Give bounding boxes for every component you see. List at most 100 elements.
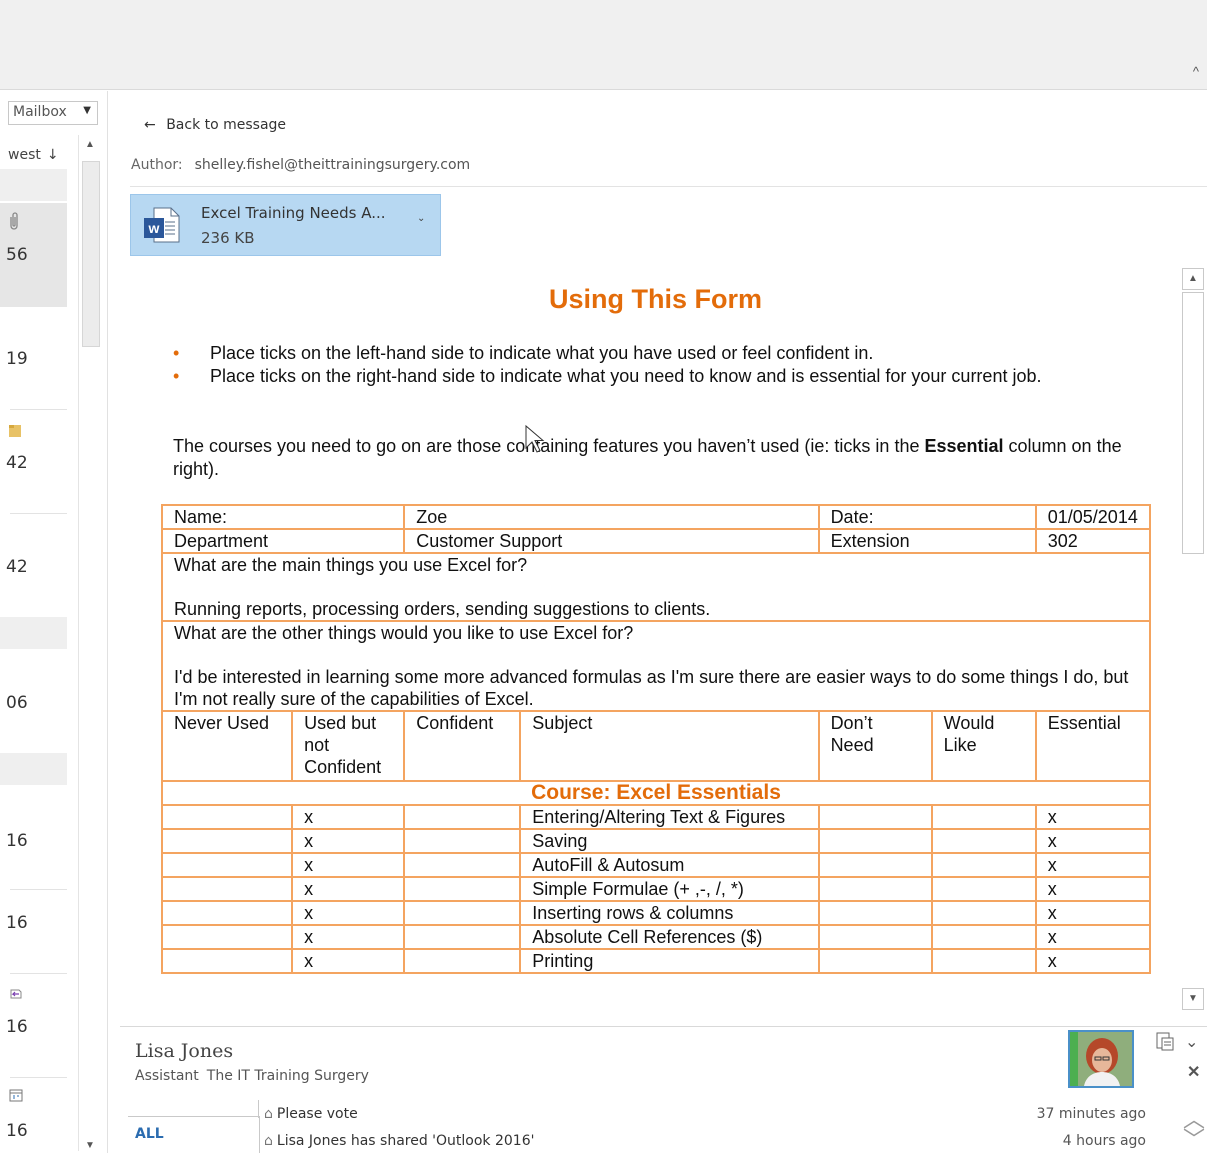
feed-item[interactable]: ⌂ Please vote (264, 1106, 358, 1122)
list-item-time: 42 (6, 557, 28, 577)
list-item-time: 42 (6, 453, 28, 473)
cell-essential: x (1034, 900, 1152, 926)
feed-item[interactable]: ⌂ Lisa Jones has shared 'Outlook 2016' (264, 1133, 534, 1149)
scroll-up-icon[interactable]: ▲ (85, 139, 95, 150)
course-rows: x Entering/Altering Text & Figures x x Savin… (160, 804, 1152, 974)
cell-dont-need (817, 804, 933, 830)
cell-would-like (930, 948, 1037, 974)
cell-would-like (930, 804, 1037, 830)
cell-subject: Entering/Altering Text & Figures (519, 804, 820, 830)
scroll-up-icon[interactable]: ▲ (1182, 268, 1204, 290)
contact-title: Assistant (135, 1068, 199, 1084)
list-divider (10, 513, 67, 514)
cell-never-used (160, 828, 294, 854)
question-cell: What are the main things you use Excel f… (161, 552, 1151, 622)
name-label: Name: (160, 504, 406, 530)
table-row: x Simple Formulae (+ ,-, /, *) x (160, 876, 1152, 902)
cell-never-used (160, 804, 294, 830)
list-divider (10, 1077, 67, 1078)
scroll-down-icon[interactable]: ▼ (85, 1140, 95, 1151)
scroll-down-icon[interactable]: ▼ (1182, 988, 1204, 1010)
cell-would-like (930, 852, 1037, 878)
cell-never-used (160, 900, 294, 926)
course-title: Course: Excel Essentials (161, 780, 1151, 806)
cell-dont-need (817, 876, 933, 902)
attachment-dropdown-icon[interactable]: ⌄ (417, 213, 425, 224)
scrollbar-thumb[interactable] (82, 161, 100, 347)
mailbox-dropdown[interactable]: Mailbox ▼ (8, 101, 98, 125)
cell-essential: x (1034, 924, 1152, 950)
question-row: What are the main things you use Excel f… (161, 552, 1151, 622)
cell-confident (403, 948, 522, 974)
extension-value: 302 (1034, 528, 1152, 554)
list-item-time: 16 (6, 913, 28, 933)
instruction-bullet: Place ticks on the left-hand side to ind… (173, 342, 1133, 365)
course-row: Course: Excel Essentials (161, 780, 1151, 806)
table-row: x Inserting rows & columns x (160, 900, 1152, 926)
cell-never-used (160, 852, 294, 878)
document-scrollbar[interactable]: ▲ ▼ (1180, 268, 1204, 1014)
cell-essential: x (1034, 876, 1152, 902)
list-item-time: 16 (6, 1121, 28, 1141)
cell-essential: x (1034, 828, 1152, 854)
question-text: What are the other things would you like… (174, 623, 634, 643)
calendar-icon (8, 1087, 24, 1108)
collapse-ribbon-icon[interactable]: ^ (1193, 64, 1199, 79)
list-item-time: 16 (6, 831, 28, 851)
list-divider (10, 973, 67, 974)
attachment-size: 236 KB (201, 229, 255, 247)
cell-dont-need (817, 948, 933, 974)
feed-item-text: Please vote (276, 1106, 358, 1122)
cell-never-used (160, 924, 294, 950)
cell-dont-need (817, 828, 933, 854)
cell-used-not-confident: x (291, 852, 406, 878)
list-item-group-header (0, 753, 67, 785)
chevron-down-icon[interactable]: ⌄ (1185, 1032, 1198, 1052)
cell-would-like (930, 900, 1037, 926)
cell-confident (403, 804, 522, 830)
cell-never-used (160, 876, 294, 902)
scrollbar-thumb[interactable] (1182, 292, 1204, 554)
question-text: What are the main things you use Excel f… (174, 555, 528, 575)
header-confident: Confident (403, 710, 522, 782)
cell-essential: x (1034, 948, 1152, 974)
table-row: x Entering/Altering Text & Figures x (160, 804, 1152, 830)
attachment-card[interactable]: w Excel Training Needs A... 236 KB ⌄ (130, 194, 441, 256)
paragraph-bold: Essential (924, 436, 1004, 456)
date-value: 01/05/2014 (1034, 504, 1152, 530)
sort-control[interactable]: west ↓ (8, 147, 59, 163)
back-to-message-link[interactable]: ← Back to message (144, 117, 286, 133)
header-row: Never Used Used but not Confident Confid… (160, 710, 1152, 782)
instructions-paragraph: The courses you need to go on are those … (173, 435, 1133, 481)
header-essential: Essential (1034, 710, 1152, 782)
header-subject: Subject (519, 710, 820, 782)
cell-used-not-confident: x (291, 876, 406, 902)
cell-dont-need (817, 924, 933, 950)
close-icon[interactable]: ✕ (1187, 1062, 1200, 1082)
mouse-cursor-icon (525, 424, 545, 453)
contact-name[interactable]: Lisa Jones (135, 1040, 233, 1062)
list-item-time: 19 (6, 349, 28, 369)
question-row: What are the other things would you like… (161, 620, 1151, 712)
tab-all[interactable]: ALL (128, 1116, 260, 1153)
list-item-time: 06 (6, 693, 28, 713)
name-value: Zoe (403, 504, 820, 530)
list-item-group-header (0, 617, 67, 649)
answer-text: I'd be interested in learning some more … (174, 667, 1129, 709)
author-line: Author: shelley.fishel@theittrainingsurge… (131, 157, 470, 173)
document-title: Using This Form (548, 284, 762, 314)
cell-confident (403, 876, 522, 902)
arrow-left-icon: ← (144, 117, 156, 133)
reply-icon (8, 985, 24, 1006)
message-list-scrollbar[interactable]: ▲ ▼ (78, 135, 102, 1151)
document-preview: Using This Form Place ticks on the left-… (128, 268, 1178, 1018)
cell-subject: Printing (519, 948, 820, 974)
author-label: Author: (131, 157, 183, 173)
table-row: x Printing x (160, 948, 1152, 974)
instruction-bullet: Place ticks on the right-hand side to in… (173, 365, 1133, 388)
avatar[interactable] (1068, 1030, 1134, 1088)
cell-used-not-confident: x (291, 924, 406, 950)
author-email[interactable]: shelley.fishel@theittrainingsurgery.com (195, 157, 471, 173)
clipboard-icon[interactable] (1155, 1030, 1175, 1057)
chevron-down-icon[interactable]: ﹀ (1183, 1122, 1205, 1153)
